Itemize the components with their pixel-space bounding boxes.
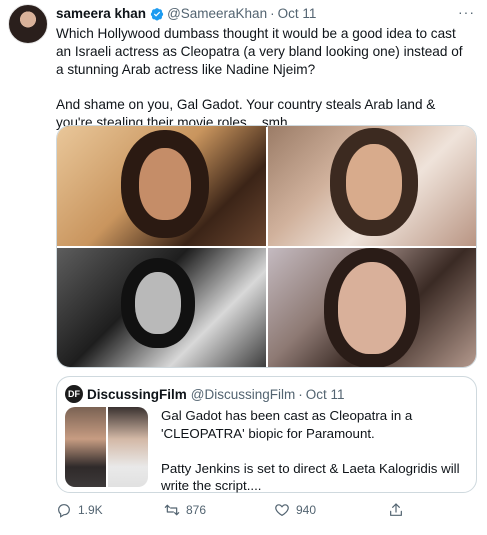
- quoted-tweet[interactable]: DF DiscussingFilm @DiscussingFilm · Oct …: [56, 376, 477, 493]
- quoted-tweet-header: DF DiscussingFilm @DiscussingFilm · Oct …: [65, 385, 345, 403]
- share-button[interactable]: [388, 502, 410, 518]
- quoted-handle: @DiscussingFilm: [190, 386, 296, 402]
- quoted-thumbnail: [65, 407, 148, 487]
- quoted-text-paragraph: Gal Gadot has been cast as Cleopatra in …: [161, 408, 413, 441]
- reply-icon: [58, 504, 70, 518]
- retweet-button[interactable]: 876: [164, 502, 206, 518]
- media-grid: [56, 125, 477, 368]
- photo-4[interactable]: [268, 248, 476, 367]
- timestamp[interactable]: Oct 11: [278, 6, 317, 21]
- quoted-avatar: DF: [65, 385, 83, 403]
- more-horizontal-icon[interactable]: ···: [458, 4, 475, 20]
- avatar[interactable]: [8, 4, 48, 44]
- quoted-tweet-text: Gal Gadot has been cast as Cleopatra in …: [161, 407, 469, 512]
- quoted-separator: ·: [298, 386, 303, 402]
- quoted-photo-1: [65, 407, 106, 487]
- like-button[interactable]: 940: [274, 502, 316, 518]
- heart-icon: [275, 504, 289, 517]
- reply-count: 1.9K: [78, 503, 103, 517]
- quoted-text-paragraph: Patty Jenkins is set to direct & Laeta K…: [161, 460, 460, 494]
- retweet-icon: [164, 504, 180, 516]
- photo-2[interactable]: [268, 126, 476, 246]
- quoted-timestamp: Oct 11: [305, 386, 345, 402]
- share-icon: [390, 503, 402, 516]
- quoted-photo-2: [107, 407, 148, 487]
- quoted-display-name: DiscussingFilm: [87, 386, 187, 402]
- verified-badge-icon: [150, 7, 164, 20]
- reply-button[interactable]: 1.9K: [56, 502, 103, 518]
- tweet-header: sameera khan @SameeraKhan · Oct 11: [56, 6, 316, 21]
- retweet-count: 876: [186, 503, 207, 517]
- action-bar: 1.9K 876 940: [56, 502, 456, 522]
- photo-1[interactable]: [57, 126, 266, 246]
- like-count: 940: [296, 503, 317, 517]
- tweet-text-paragraph: Which Hollywood dumbass thought it would…: [56, 26, 463, 77]
- display-name[interactable]: sameera khan: [56, 6, 146, 21]
- separator: ·: [270, 6, 275, 21]
- handle[interactable]: @SameeraKhan: [167, 6, 267, 21]
- photo-3[interactable]: [57, 248, 266, 367]
